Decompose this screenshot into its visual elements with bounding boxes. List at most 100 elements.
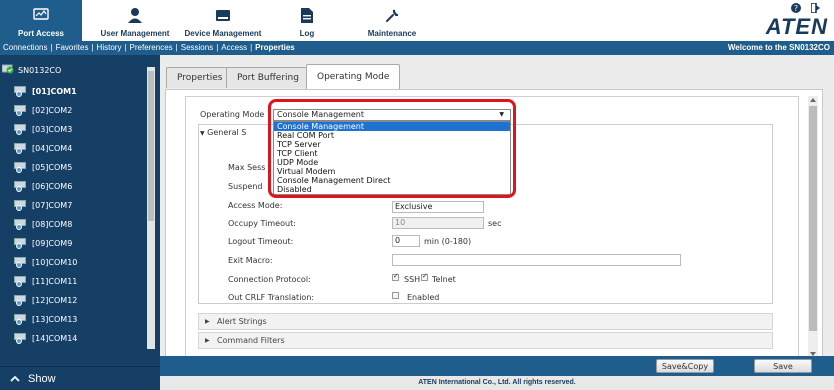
tab-operating-mode[interactable]: Operating Mode [306, 64, 401, 89]
operating-mode-panel: Operating Mode ▼ General S Max Sess Susp… [165, 89, 823, 361]
copyright-footer: ATEN International Co., Ltd. All rights … [160, 376, 834, 390]
sidebar-port-14[interactable]: [14]COM14 [14, 329, 77, 347]
port-icon [14, 294, 28, 306]
connection-protocol-label: Connection Protocol: [228, 275, 311, 284]
sidebar-port-label: [11]COM11 [32, 276, 78, 286]
nav-port-access-label: Port Access [18, 29, 64, 38]
nav-maintenance-label: Maintenance [367, 29, 417, 38]
highlight-annotation [268, 99, 516, 198]
show-label: Show [28, 372, 56, 385]
sidebar-port-label: [05]COM5 [32, 162, 73, 172]
sidebar-port-11[interactable]: [11]COM11 [14, 272, 77, 290]
sidebar-port-label: [02]COM2 [32, 105, 73, 115]
logout-timeout-field[interactable]: 0 [392, 235, 420, 247]
sidebar-port-label: [01]COM1 [32, 86, 77, 96]
sidebar-port-09[interactable]: [09]COM9 [14, 234, 72, 252]
nav-log[interactable]: Log [270, 0, 344, 41]
sidebar-port-01[interactable]: [01]COM1 [14, 82, 77, 100]
telnet-label: Telnet [432, 275, 456, 284]
sidebar-port-label: [06]COM6 [32, 181, 73, 191]
section-alert-strings-label: Alert Strings [217, 317, 267, 326]
section-command-filters[interactable]: ▶ Command Filters [198, 332, 773, 349]
port-icon [14, 180, 28, 192]
sidebar-port-label: [07]COM7 [32, 200, 73, 210]
panel-scroll-thumb[interactable] [809, 106, 817, 331]
logout-timeout-label: Logout Timeout: [228, 237, 294, 246]
nav-user-management[interactable]: User Management [94, 0, 176, 41]
aten-logo: ATEN [765, 14, 828, 39]
sidebar-port-03[interactable]: [03]COM3 [14, 120, 72, 138]
sub-navigation: Connections | Favorites | History | Prefere… [0, 41, 834, 55]
occupy-timeout-field[interactable]: 10 [392, 217, 484, 229]
subnav-history[interactable]: History [97, 41, 122, 55]
crlf-translation-label: Out CRLF Translation: [228, 293, 315, 302]
sidebar-port-04[interactable]: [04]COM4 [14, 139, 72, 157]
sidebar-port-label: [03]COM3 [32, 124, 73, 134]
port-icon [14, 85, 28, 97]
subnav-connections[interactable]: Connections [3, 41, 47, 55]
panel-scrollbar[interactable] [808, 96, 818, 358]
port-icon [14, 123, 28, 135]
suspend-label: Suspend [228, 182, 263, 191]
subnav-favorites[interactable]: Favorites [56, 41, 89, 55]
sidebar-port-10[interactable]: [10]COM10 [14, 253, 77, 271]
port-icon [14, 313, 28, 325]
sidebar-port-12[interactable]: [12]COM12 [14, 291, 77, 309]
port-icon [14, 142, 28, 154]
save-button[interactable]: Save [754, 359, 812, 373]
show-toggle[interactable]: Show [0, 366, 160, 390]
nav-user-management-label: User Management [100, 29, 170, 38]
sidebar-port-02[interactable]: [02]COM2 [14, 101, 72, 119]
section-alert-strings[interactable]: ▶ Alert Strings [198, 313, 773, 330]
subnav-access[interactable]: Access [221, 41, 247, 55]
port-icon [14, 104, 28, 116]
general-settings-header[interactable]: ▼ General S [200, 128, 246, 137]
subnav-sessions[interactable]: Sessions [181, 41, 213, 55]
top-header: Port Access User Management Device Manag… [0, 0, 834, 41]
sidebar-port-06[interactable]: [06]COM6 [14, 177, 72, 195]
sidebar-port-13[interactable]: [13]COM13 [14, 310, 77, 328]
exit-macro-field[interactable] [392, 254, 681, 266]
sidebar-scrollbar[interactable] [147, 67, 155, 349]
caret-right-icon: ▶ [205, 337, 210, 344]
tree-root[interactable]: SN0132CO [1, 64, 62, 76]
access-mode-select[interactable]: Exclusive [392, 201, 484, 213]
port-icon [14, 256, 28, 268]
device-check-icon [1, 64, 14, 76]
save-copy-button[interactable]: Save&Copy [656, 359, 714, 373]
sidebar-port-07[interactable]: [07]COM7 [14, 196, 72, 214]
sidebar-port-05[interactable]: [05]COM5 [14, 158, 72, 176]
subnav-properties[interactable]: Properties [255, 41, 295, 55]
telnet-checkbox[interactable] [421, 272, 428, 281]
nav-port-access[interactable]: Port Access [0, 0, 82, 41]
crlf-enabled-label: Enabled [407, 293, 440, 302]
sidebar: SN0132CO [01]COM1 [02]COM2 [03]COM3 [04]… [0, 55, 160, 390]
ssh-checkbox[interactable] [392, 272, 399, 281]
nav-maintenance[interactable]: Maintenance [344, 0, 440, 41]
general-settings-title: General S [207, 128, 247, 137]
max-sessions-label: Max Sess [228, 163, 266, 172]
nav-log-label: Log [299, 29, 315, 38]
sidebar-scroll-thumb[interactable] [148, 71, 154, 221]
exit-macro-label: Exit Macro: [228, 256, 273, 265]
sidebar-port-label: [08]COM8 [32, 219, 73, 229]
main-content: Properties Port Buffering Operating Mode… [160, 55, 834, 390]
nav-device-management[interactable]: Device Management [176, 0, 270, 41]
port-icon [14, 161, 28, 173]
crlf-enabled-checkbox[interactable] [392, 292, 399, 299]
section-command-filters-label: Command Filters [217, 336, 285, 345]
logout-timeout-unit: min (0-180) [424, 237, 472, 246]
monitor-chart-icon [33, 7, 49, 23]
port-icon [14, 237, 28, 249]
tab-properties[interactable]: Properties [166, 67, 234, 88]
operating-mode-label: Operating Mode [200, 110, 265, 119]
caret-down-icon: ▼ [200, 130, 205, 137]
access-mode-label: Access Mode: [228, 201, 283, 210]
sidebar-port-08[interactable]: [08]COM8 [14, 215, 72, 233]
scroll-up-icon[interactable] [810, 98, 816, 102]
port-icon [14, 218, 28, 230]
tree-root-label: SN0132CO [18, 65, 62, 75]
port-icon [14, 332, 28, 344]
tab-port-buffering[interactable]: Port Buffering [226, 67, 310, 88]
subnav-preferences[interactable]: Preferences [130, 41, 173, 55]
